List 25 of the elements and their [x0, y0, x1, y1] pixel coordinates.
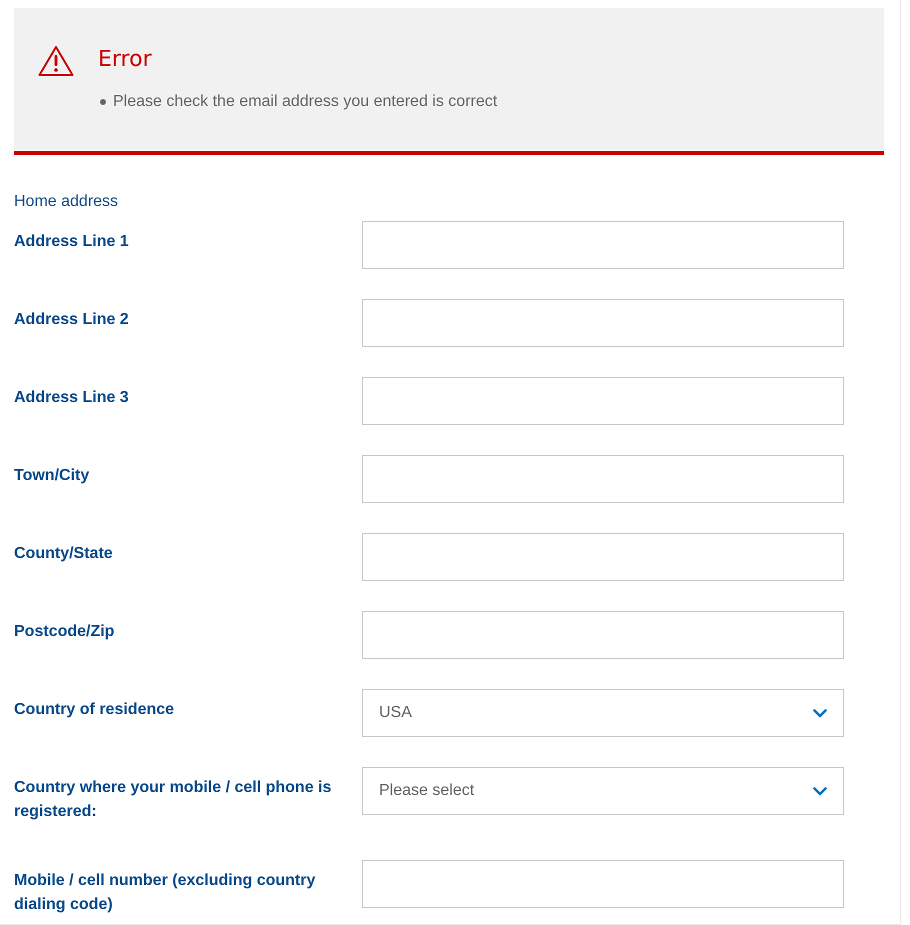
section-title: Home address [14, 192, 120, 212]
select-field[interactable]: USA [362, 689, 844, 737]
field-label: Country of residence [14, 700, 176, 720]
error-message: Please check the email address you entered is correct [113, 92, 498, 112]
field-label: Mobile / cell number (excluding country dialing code) [14, 871, 316, 915]
input-field[interactable] [362, 455, 844, 503]
error-title: Error [98, 46, 153, 74]
input-field[interactable] [362, 611, 844, 659]
chevron-down-icon [813, 786, 827, 796]
field-label: County/State [14, 544, 114, 564]
chevron-down-icon [813, 708, 827, 718]
field-label: Address Line 1 [14, 232, 130, 252]
input-field[interactable] [362, 860, 844, 908]
field-label: Address Line 2 [14, 310, 130, 330]
select-field[interactable]: Please select [362, 767, 844, 815]
field-label: Country where your mobile / cell phone is registered: [14, 778, 332, 822]
warning-icon [38, 45, 74, 77]
input-field[interactable] [362, 299, 844, 347]
input-field[interactable] [362, 377, 844, 425]
field-label: Address Line 3 [14, 388, 130, 408]
bullet-icon [100, 99, 106, 105]
field-label: Postcode/Zip [14, 622, 116, 642]
field-label: Town/City [14, 466, 90, 486]
input-field[interactable] [362, 221, 844, 269]
input-field[interactable] [362, 533, 844, 581]
